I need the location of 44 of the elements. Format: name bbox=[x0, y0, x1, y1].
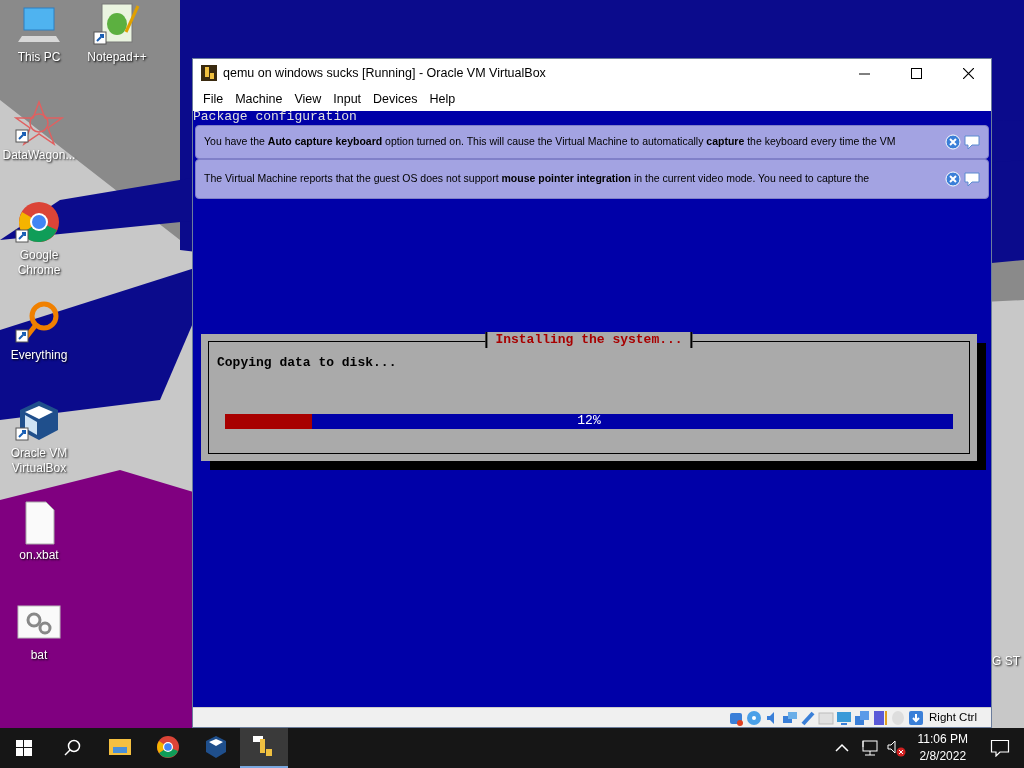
dialog-message: Copying data to disk... bbox=[217, 354, 397, 372]
close-icon bbox=[945, 134, 961, 150]
hide-button[interactable] bbox=[962, 134, 982, 150]
window-title: qemu on windows sucks [Running] - Oracle VM VirtualBox bbox=[223, 64, 547, 82]
notepad-icon[interactable] bbox=[92, 2, 142, 48]
notification-text: You have the Auto capture keyboard option turned on. This will cause the Virtual Machine to automatically capture the keyboard every time the VM bbox=[204, 134, 897, 150]
maximize-icon bbox=[910, 67, 922, 79]
progress-reading: 12% bbox=[576, 413, 602, 429]
search-icon bbox=[63, 739, 81, 757]
chrome-icon bbox=[156, 735, 180, 759]
desktop-text: G ST bbox=[992, 653, 1020, 670]
icon-label[interactable]: on.xbat bbox=[19, 548, 59, 563]
message-icon bbox=[963, 171, 981, 187]
clock-time[interactable]: 11:06 PM bbox=[917, 731, 968, 748]
cube-icon bbox=[204, 735, 228, 759]
close-button[interactable] bbox=[944, 134, 962, 150]
notification-text: The Virtual Machine reports that the guest OS does not support mouse pointer integration in the current video mode. You need to capture the bbox=[204, 171, 871, 187]
menu-item[interactable]: File bbox=[197, 87, 230, 111]
clock-date[interactable]: 2/8/2022 bbox=[919, 748, 967, 765]
guest-header: Package configuration bbox=[193, 111, 357, 124]
menu-item[interactable]: View bbox=[288, 87, 328, 111]
close-button[interactable] bbox=[944, 171, 962, 187]
star-icon[interactable] bbox=[14, 100, 64, 146]
taskbar-app[interactable] bbox=[240, 728, 288, 768]
display-icon[interactable] bbox=[836, 709, 853, 726]
app-icon bbox=[201, 65, 217, 81]
windows-logo-icon bbox=[16, 740, 32, 756]
windows-icon[interactable] bbox=[854, 709, 871, 726]
message-icon bbox=[963, 134, 981, 150]
menu-item[interactable]: Machine bbox=[229, 87, 289, 111]
hide-button[interactable] bbox=[962, 171, 982, 187]
message-icon bbox=[990, 739, 1010, 757]
menu-item[interactable]: Input bbox=[327, 87, 368, 111]
cpu-icon[interactable] bbox=[872, 709, 889, 726]
menu-item[interactable]: Devices bbox=[367, 87, 424, 111]
icon-label[interactable]: Everything bbox=[10, 348, 68, 363]
menu-item[interactable]: Help bbox=[423, 87, 462, 111]
optical-disc-icon[interactable] bbox=[746, 709, 763, 726]
keyboard-icon[interactable] bbox=[908, 709, 925, 726]
close-icon bbox=[962, 67, 974, 79]
close-icon bbox=[945, 171, 961, 187]
icon-label[interactable]: bat bbox=[30, 648, 48, 663]
host-key-label: Right Ctrl bbox=[929, 709, 977, 725]
dialog-title: Installing the system... bbox=[485, 332, 693, 348]
